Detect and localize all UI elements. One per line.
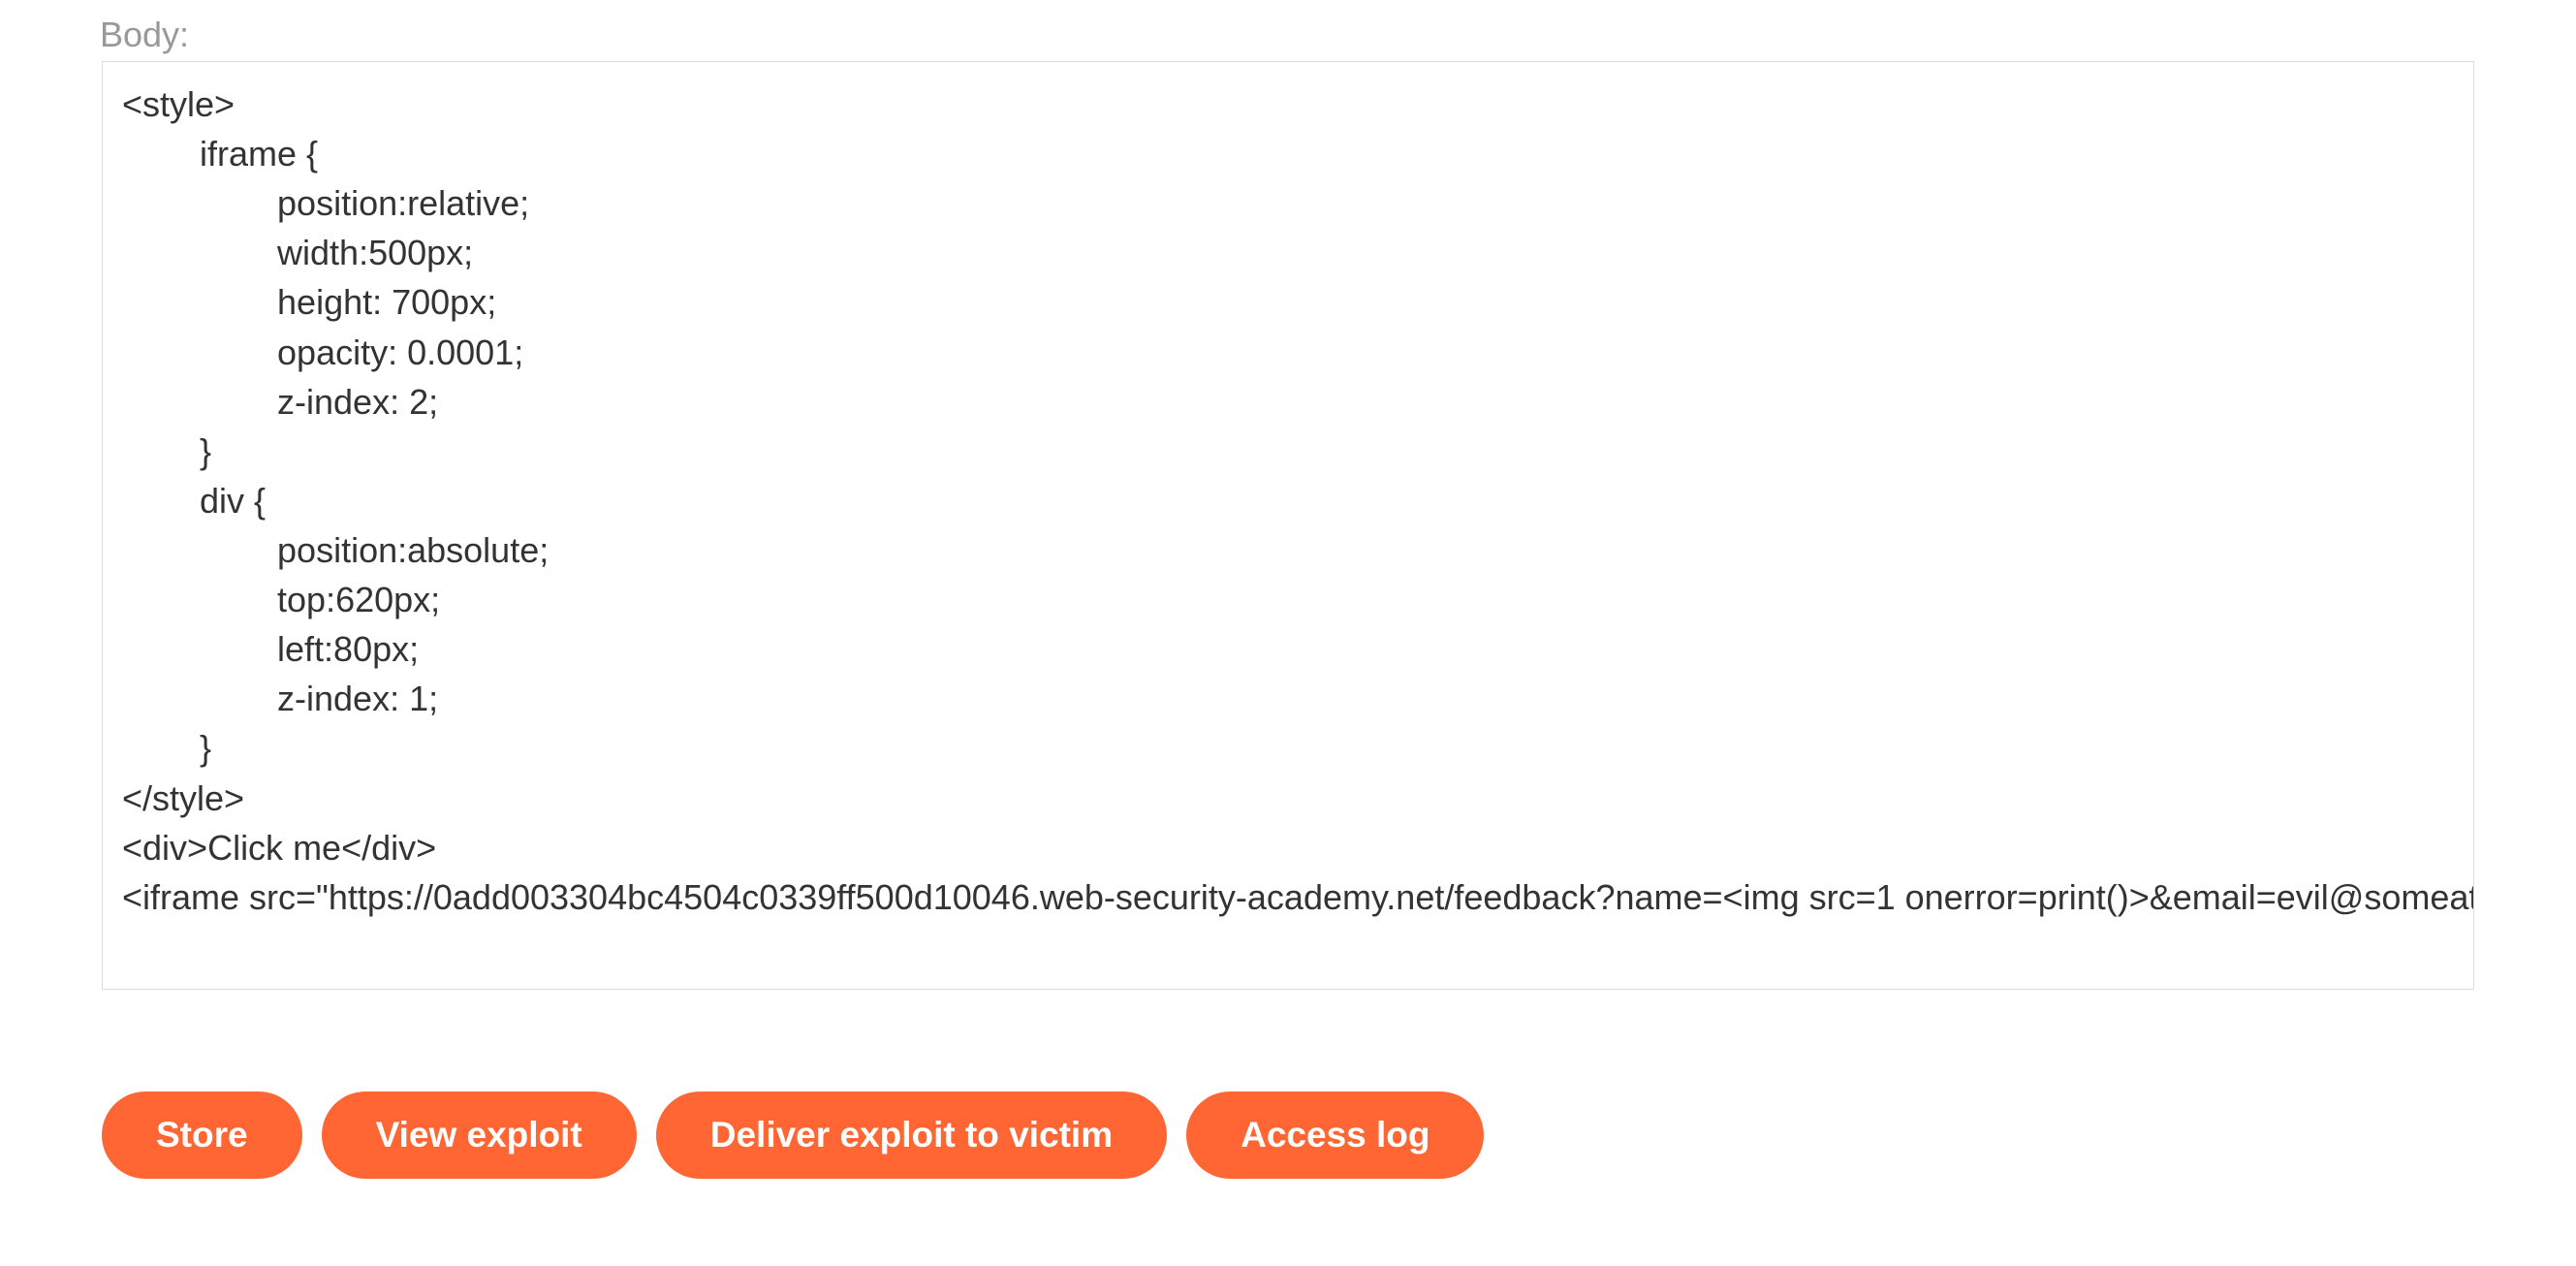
- store-button[interactable]: Store: [102, 1092, 302, 1179]
- body-label: Body:: [100, 15, 2474, 55]
- access-log-button[interactable]: Access log: [1186, 1092, 1484, 1179]
- deliver-exploit-button[interactable]: Deliver exploit to victim: [656, 1092, 1167, 1179]
- exploit-editor: Body: Store View exploit Deliver exploit…: [0, 0, 2576, 1266]
- button-row: Store View exploit Deliver exploit to vi…: [102, 1092, 2474, 1179]
- body-input[interactable]: [102, 61, 2474, 990]
- view-exploit-button[interactable]: View exploit: [322, 1092, 637, 1179]
